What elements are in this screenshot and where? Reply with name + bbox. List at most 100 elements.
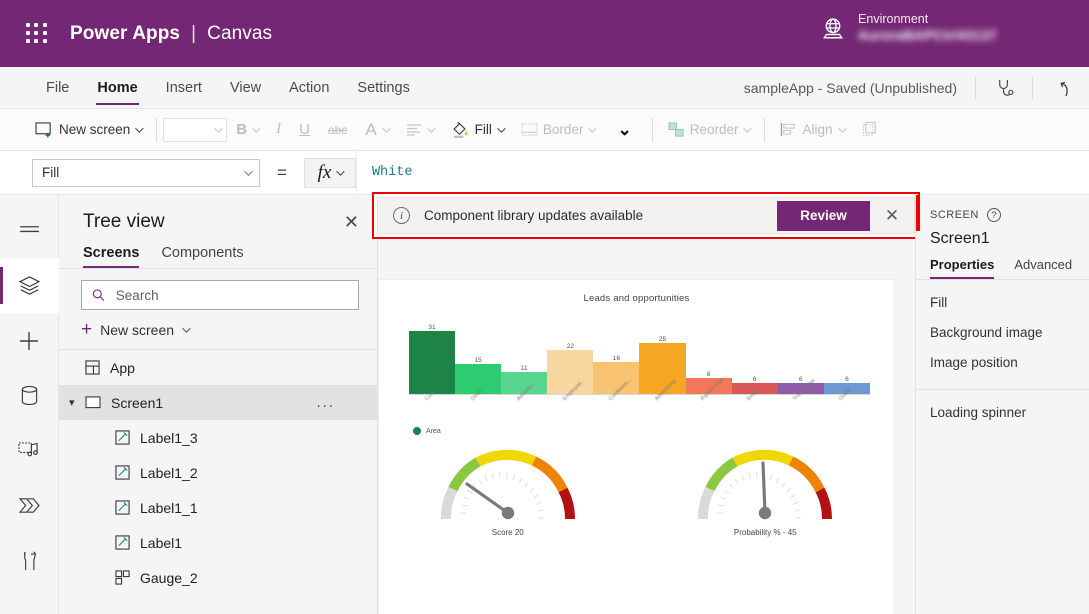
property-select[interactable]: Fill [32, 158, 260, 187]
undo-arrow-icon [1060, 81, 1068, 97]
font-family-select[interactable] [163, 117, 228, 142]
property-row-image-position[interactable]: Image position [916, 340, 1089, 370]
menu-item-settings[interactable]: Settings [345, 76, 421, 99]
equals-sign: = [277, 162, 287, 182]
tree-item-label1-2[interactable]: Label1_2 [59, 455, 377, 490]
italic-button[interactable]: I [267, 109, 290, 151]
group-objects-icon [862, 121, 876, 136]
rail-media-button[interactable] [0, 423, 59, 478]
new-screen-tree-button[interactable]: + New screen [59, 310, 377, 349]
probability-gauge[interactable]: Probability % - 45 [678, 441, 853, 537]
align-objects-icon [781, 122, 796, 137]
align-button[interactable]: Align [771, 109, 852, 151]
rail-data-button[interactable] [0, 368, 59, 423]
bold-button[interactable]: B [227, 109, 267, 151]
strikethrough-button[interactable]: abc [319, 109, 356, 151]
tree-item-screen1[interactable]: ▾ Screen1 ... [59, 385, 377, 420]
chevron-down-icon[interactable]: ▾ [69, 396, 75, 409]
rail-power-automate-button[interactable] [0, 478, 59, 533]
divider [156, 117, 158, 142]
tab-advanced[interactable]: Advanced [1014, 257, 1072, 279]
rail-variables-button[interactable] [0, 533, 59, 588]
left-icon-rail [0, 195, 59, 614]
rail-hamburger-button[interactable] [0, 203, 59, 258]
menu-item-home[interactable]: Home [85, 76, 149, 105]
power-automate-flow-icon [18, 498, 40, 513]
probability-gauge-label: Probability % - 45 [733, 528, 797, 537]
app-checker-button[interactable] [976, 67, 1032, 109]
search-input[interactable] [113, 286, 348, 304]
border-button[interactable]: Border [512, 109, 604, 151]
tree-item-app[interactable]: App [59, 350, 377, 385]
search-box[interactable] [81, 280, 359, 310]
probability-gauge-dial [698, 449, 833, 520]
properties-panel: SCREEN ? Screen1 Properties Advanced Fil… [915, 195, 1089, 614]
menu-item-file[interactable]: File [34, 76, 81, 99]
formula-input[interactable]: White [355, 150, 1089, 195]
close-icon[interactable]: ✕ [870, 206, 914, 226]
close-icon[interactable]: ✕ [344, 213, 359, 231]
bar-chart[interactable]: 31 15 11 22 16 25 8 6 6 6 [409, 317, 870, 395]
reorder-button[interactable]: Reorder [659, 109, 759, 151]
chart-legend: Area [413, 427, 894, 435]
chevron-down-icon [252, 123, 261, 133]
property-row-loading-spinner[interactable]: Loading spinner [916, 390, 1089, 420]
fill-button[interactable]: Fill [442, 109, 512, 151]
screen-icon [85, 396, 101, 409]
tab-screens[interactable]: Screens [83, 245, 140, 268]
plus-icon: + [81, 319, 93, 340]
tab-components[interactable]: Components [161, 245, 243, 268]
property-row-fill[interactable]: Fill [916, 280, 1089, 310]
tree-item-label: Label1_1 [140, 499, 198, 516]
rail-tree-view-button[interactable] [0, 258, 59, 313]
tree-item-label1[interactable]: Label1 [59, 525, 377, 560]
tree-item-label1-1[interactable]: Label1_1 [59, 490, 377, 525]
tree-view-title: Tree view [83, 211, 165, 232]
x-axis-labels: Cold Deals Advertis... Employee... Confe… [409, 374, 870, 425]
rail-insert-button[interactable] [0, 313, 59, 368]
tree-item-label: Label1_3 [140, 429, 198, 446]
menu-item-insert[interactable]: Insert [154, 76, 214, 99]
chevron-down-icon [336, 166, 345, 176]
help-question-icon[interactable]: ? [986, 208, 1001, 222]
tree-view-tabs: Screens Components [59, 239, 377, 268]
property-row-background-image[interactable]: Background image [916, 310, 1089, 340]
bar-value-label: 16 [612, 355, 621, 362]
new-screen-button[interactable]: New screen [26, 109, 150, 151]
waffle-grid-icon[interactable] [26, 22, 48, 45]
menu-item-view[interactable]: View [218, 76, 273, 99]
tree-item-label: App [110, 359, 135, 376]
globe-icon [823, 18, 844, 39]
review-button[interactable]: Review [777, 200, 870, 231]
new-screen-label: New screen [59, 122, 131, 137]
tree-view-list: App ▾ Screen1 ... Label1_3 Label1_2 Labe… [59, 349, 377, 595]
properties-highlight-bar [916, 195, 920, 231]
fill-label: Fill [474, 122, 492, 137]
tree-view-panel: Tree view ✕ Screens Components + New scr… [59, 195, 378, 614]
undo-button[interactable] [1033, 67, 1089, 109]
tab-properties[interactable]: Properties [930, 257, 995, 279]
tree-item-label1-3[interactable]: Label1_3 [59, 420, 377, 455]
formula-bar: Fill = fx White [0, 150, 1089, 195]
fx-button[interactable]: fx [303, 157, 356, 188]
menu-right-group: sampleApp - Saved (Unpublished) [744, 67, 1089, 109]
chevron-down-icon [182, 323, 191, 333]
environment-selector[interactable]: Environment AuroraBAPCtrl43137 [820, 12, 997, 45]
tree-item-overflow-button[interactable]: ... [316, 394, 335, 411]
font-color-button[interactable]: A [356, 109, 396, 151]
font-color-A-icon: A [365, 119, 377, 139]
score-gauge[interactable]: Score 20 [420, 441, 595, 537]
bold-label: B [236, 121, 248, 138]
app-screen-canvas[interactable]: Leads and opportunities 31 15 11 22 16 2… [378, 279, 895, 614]
menu-item-action[interactable]: Action [277, 76, 341, 99]
border-label: Border [542, 122, 584, 137]
tree-item-gauge-2[interactable]: Gauge_2 [59, 560, 377, 595]
label-icon [115, 500, 130, 515]
brand-name: Power Apps [70, 22, 181, 44]
ribbon-overflow-chevron-icon[interactable]: ⌄ [603, 120, 645, 140]
group-button[interactable] [853, 109, 888, 151]
property-select-value: Fill [42, 165, 60, 180]
legend-label: Area [426, 427, 441, 435]
text-align-button[interactable] [397, 109, 442, 151]
underline-button[interactable]: U [290, 109, 319, 151]
